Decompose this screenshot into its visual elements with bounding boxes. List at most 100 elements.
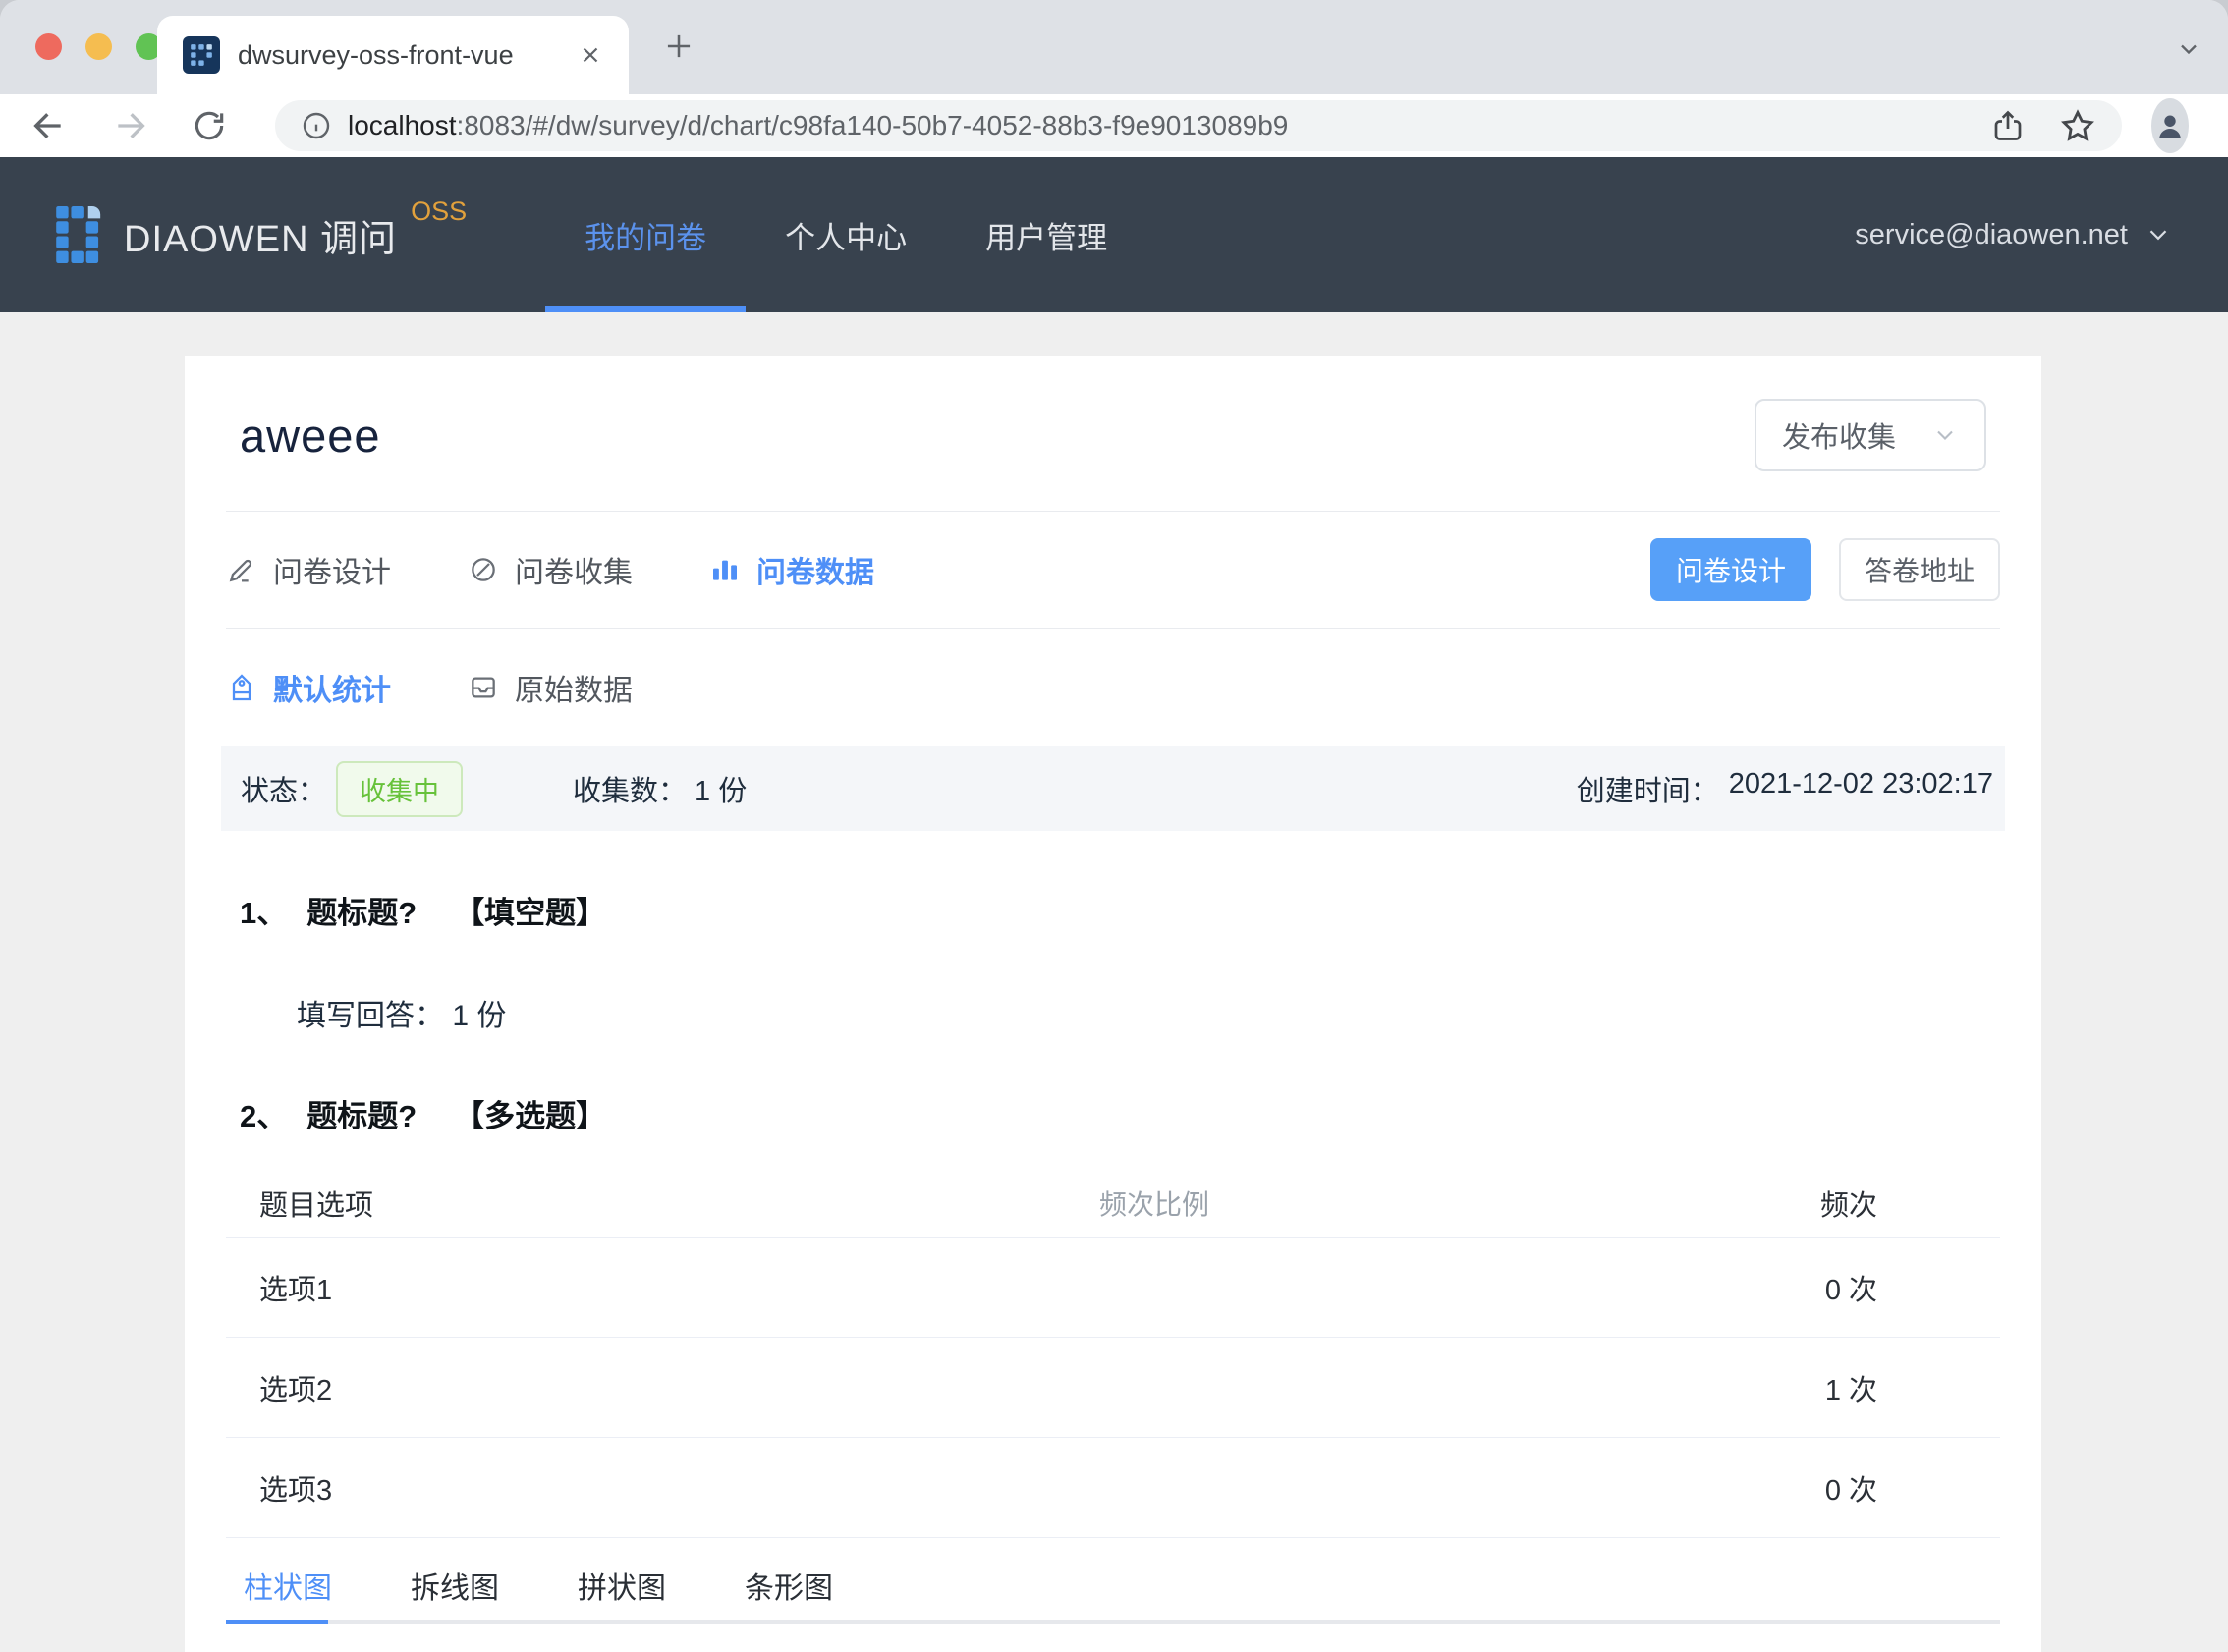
tab-search-chevron-icon[interactable]: [2175, 35, 2202, 63]
tab-close-icon[interactable]: [578, 42, 603, 68]
chart-tab-pie[interactable]: 拼状图: [578, 1564, 666, 1607]
chart-tab-column[interactable]: 柱状图: [244, 1564, 332, 1607]
tab-survey-data[interactable]: 问卷数据: [709, 548, 874, 591]
answer-url-button[interactable]: 答卷地址: [1839, 538, 2000, 601]
subtab-raw-data[interactable]: 原始数据: [468, 666, 633, 709]
tag-icon: [226, 672, 257, 703]
pencil-icon: [226, 554, 257, 585]
publish-collect-value: 发布收集: [1782, 422, 1897, 454]
question-1-answer-count: 填写回答： 1 份: [297, 991, 1986, 1034]
nav-item-my-surveys[interactable]: 我的问卷: [545, 157, 747, 312]
nav-item-personal-center[interactable]: 个人中心: [746, 157, 946, 312]
freq-value: 0 次: [1824, 1474, 1877, 1507]
browser-profile-avatar[interactable]: [2151, 98, 2189, 153]
question-2-title: 2、 题标题? 【多选题】: [240, 1091, 1986, 1135]
url-path: :8083/#/dw/survey/d/chart/c98fa140-50b7-…: [456, 110, 1289, 140]
chart-tab-bar[interactable]: 条形图: [745, 1564, 833, 1607]
question-number: 2、: [240, 1099, 288, 1133]
site-favicon-icon: [183, 36, 220, 74]
answer-label: 填写回答：: [297, 1000, 444, 1032]
reload-icon[interactable]: [191, 107, 228, 144]
subtab-default-stats[interactable]: 默认统计: [226, 666, 391, 709]
table-header-row: 题目选项 频次比例 频次: [226, 1169, 2000, 1238]
status-label: 状态：: [241, 776, 327, 807]
brand-logo[interactable]: DIAOWEN 调问 OSS: [55, 157, 467, 312]
account-email: service@diaowen.net: [1855, 218, 2128, 250]
minimize-window-button[interactable]: [85, 33, 112, 60]
chevron-down-icon: [2144, 220, 2173, 249]
table-row: 选项1 0.00% 0 次: [226, 1238, 2000, 1338]
bar-chart-icon: [709, 554, 741, 585]
option-label: 选项3: [259, 1474, 333, 1507]
chart-tab-line[interactable]: 拆线图: [411, 1564, 499, 1607]
link-icon: [468, 554, 499, 585]
site-info-icon[interactable]: [301, 110, 332, 141]
address-bar[interactable]: localhost:8083/#/dw/survey/d/chart/c98fa…: [275, 100, 2122, 151]
column-header-option: 题目选项: [259, 1189, 374, 1222]
chart-tabs-track: [226, 1620, 2000, 1624]
window-controls: [35, 33, 162, 60]
chart-type-tabs: 柱状图 拆线图 拼状图 条形图: [226, 1538, 2000, 1624]
chart-tabs-active-indicator: [226, 1620, 328, 1624]
browser-window: dwsurvey-oss-front-vue localhost:8083/#/…: [0, 0, 2228, 1652]
tab-survey-design[interactable]: 问卷设计: [226, 548, 391, 591]
share-icon[interactable]: [1990, 108, 2026, 143]
status-bar: 状态： 收集中 收集数： 1 份 创建时间： 2021-12-02 23:02:…: [221, 746, 2005, 831]
browser-tab-strip: dwsurvey-oss-front-vue: [0, 0, 2228, 94]
subtab-label: 默认统计: [273, 675, 391, 707]
question-type: 【填空题】: [454, 896, 607, 930]
question-number: 1、: [240, 896, 288, 930]
freq-value: 1 次: [1824, 1374, 1877, 1406]
subtab-label: 原始数据: [515, 675, 633, 707]
tab-label: 问卷设计: [273, 557, 391, 589]
close-window-button[interactable]: [35, 33, 62, 60]
inbox-icon: [468, 672, 499, 703]
created-time-value: 2021-12-02 23:02:17: [1728, 768, 1993, 799]
status-badge: 收集中: [336, 760, 464, 817]
question-text: 题标题?: [306, 1099, 418, 1133]
column-header-freq: 频次: [1819, 1189, 1877, 1222]
survey-header: aweee 发布收集: [185, 356, 2041, 511]
publish-collect-select[interactable]: 发布收集: [1755, 399, 1986, 471]
option-label: 选项2: [259, 1374, 333, 1406]
browser-menu-icon[interactable]: [2218, 108, 2228, 143]
account-menu[interactable]: service@diaowen.net: [1855, 157, 2173, 312]
chevron-down-icon: [1931, 421, 1959, 449]
collect-count-label: 收集数：: [573, 776, 688, 807]
app-header: DIAOWEN 调问 OSS 我的问卷 个人中心 用户管理 service@di…: [0, 157, 2228, 312]
browser-toolbar: localhost:8083/#/dw/survey/d/chart/c98fa…: [0, 94, 2228, 157]
bookmark-star-icon[interactable]: [2059, 107, 2096, 144]
table-row: 选项3 0.00% 0 次: [226, 1438, 2000, 1538]
brand-oss-badge: OSS: [411, 195, 468, 226]
created-time-label: 创建时间：: [1576, 776, 1719, 807]
question-type: 【多选题】: [454, 1099, 607, 1133]
survey-title: aweee: [240, 409, 381, 462]
question-1: 1、 题标题? 【填空题】 填写回答： 1 份: [185, 888, 2041, 1034]
new-tab-button[interactable]: [660, 28, 697, 65]
freq-value: 0 次: [1824, 1274, 1877, 1306]
tab-title: dwsurvey-oss-front-vue: [238, 39, 514, 70]
nav-item-user-management[interactable]: 用户管理: [946, 157, 1146, 312]
top-navigation: 我的问卷 个人中心 用户管理: [545, 157, 1146, 312]
tab-label: 问卷数据: [756, 557, 874, 589]
forward-icon[interactable]: [110, 106, 149, 145]
question-text: 题标题?: [306, 896, 418, 930]
table-row: 选项2 100.00% 1 次: [226, 1338, 2000, 1438]
data-subtabs: 默认统计 原始数据: [185, 629, 2041, 746]
brand-name: DIAOWEN 调问: [124, 218, 398, 260]
option-label: 选项1: [259, 1274, 333, 1306]
survey-design-button[interactable]: 问卷设计: [1650, 538, 1811, 601]
survey-detail-card: aweee 发布收集 问卷设计 问卷收集 问卷数据 问卷设计 答卷地址 默认统计…: [185, 356, 2041, 1652]
browser-tab[interactable]: dwsurvey-oss-front-vue: [157, 16, 629, 94]
option-stats-table: 题目选项 频次比例 频次 选项1 0.00% 0 次 选项2 100.00% 1…: [185, 1169, 2041, 1538]
tab-survey-collect[interactable]: 问卷收集: [468, 548, 633, 591]
url-text: localhost:8083/#/dw/survey/d/chart/c98fa…: [348, 110, 1957, 141]
diaowen-logo-icon: [56, 206, 101, 263]
answer-count: 1 份: [452, 1000, 507, 1032]
tab-label: 问卷收集: [515, 557, 633, 589]
question-2: 2、 题标题? 【多选题】: [185, 1091, 2041, 1135]
column-header-ratio: 频次比例: [1099, 1188, 1210, 1220]
collect-count-value: 1 份: [695, 776, 748, 807]
back-icon[interactable]: [29, 106, 69, 145]
survey-function-tabs: 问卷设计 问卷收集 问卷数据 问卷设计 答卷地址: [185, 512, 2041, 628]
